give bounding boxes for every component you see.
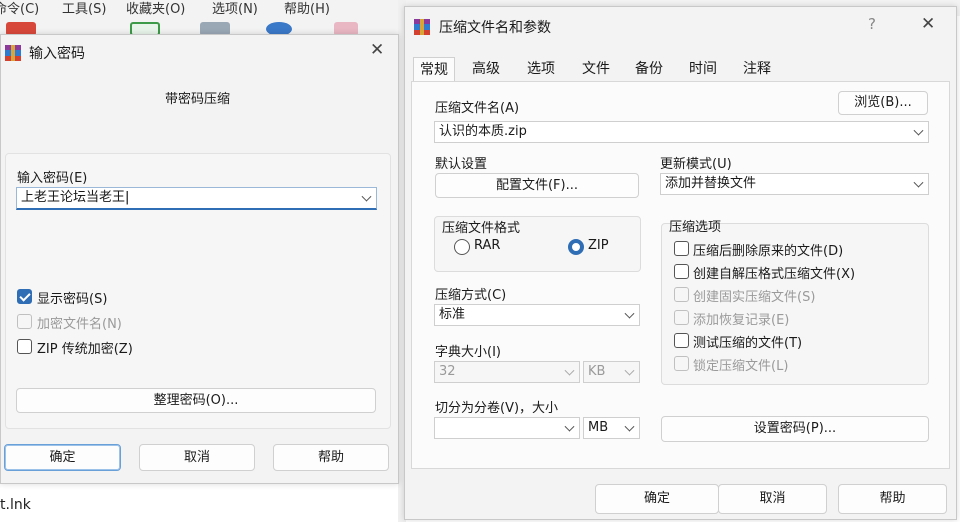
chevron-down-icon[interactable] <box>913 125 924 136</box>
winrar-icon <box>414 19 430 35</box>
browse-button[interactable]: 浏览(B)... <box>838 91 928 115</box>
delete-after-checkbox[interactable] <box>674 241 689 256</box>
password-ok-button[interactable]: 确定 <box>4 444 121 471</box>
tab-advanced[interactable]: 高级 <box>465 57 507 81</box>
show-password-label[interactable]: 显示密码(S) <box>37 288 107 307</box>
tab-options[interactable]: 选项 <box>520 57 562 81</box>
password-value: 上老王论坛当老王 <box>21 190 126 205</box>
background-file-name[interactable]: t.lnk <box>0 497 31 513</box>
format-rar-radio[interactable] <box>454 239 470 255</box>
split-unit-select[interactable]: MB <box>583 417 640 439</box>
chevron-down-icon[interactable] <box>913 177 924 188</box>
zip-legacy-checkbox[interactable] <box>17 339 32 354</box>
method-label: 压缩方式(C) <box>435 288 507 303</box>
archive-format-label: 压缩文件格式 <box>442 221 521 236</box>
encrypt-filenames-label[interactable]: 加密文件名(N) <box>37 313 122 332</box>
dictionary-label: 字典大小(I) <box>435 345 501 360</box>
encrypt-filenames-checkbox[interactable] <box>17 314 32 329</box>
archive-name-input[interactable]: 认识的本质.zip <box>434 121 929 143</box>
set-password-button[interactable]: 设置密码(P)... <box>661 416 929 442</box>
tab-files[interactable]: 文件 <box>575 57 617 81</box>
close-icon[interactable]: ✕ <box>370 40 384 60</box>
menu-commands[interactable]: 命令(C) <box>0 0 39 17</box>
split-size-input[interactable] <box>434 417 580 439</box>
format-zip-label[interactable]: ZIP <box>588 238 609 253</box>
split-unit-value: MB <box>588 420 609 435</box>
menu-options[interactable]: 选项(N) <box>212 0 258 17</box>
password-dialog-subtitle: 带密码压缩 <box>165 92 231 107</box>
password-cancel-button[interactable]: 取消 <box>139 444 255 471</box>
dictionary-size-select[interactable]: 32 <box>434 361 580 383</box>
chevron-down-icon[interactable] <box>624 308 635 319</box>
archive-ok-button[interactable]: 确定 <box>595 484 719 514</box>
format-rar-label[interactable]: RAR <box>474 238 500 253</box>
create-sfx-checkbox[interactable] <box>674 264 689 279</box>
profiles-button[interactable]: 配置文件(F)... <box>435 173 639 198</box>
solid-archive-checkbox[interactable] <box>674 287 689 302</box>
archive-dialog-titlebar: 压缩文件名和参数 ? ✕ <box>405 7 956 39</box>
dictionary-unit-value: KB <box>588 364 606 379</box>
dictionary-unit-select[interactable]: KB <box>583 361 640 383</box>
dictionary-size-value: 32 <box>439 364 456 379</box>
recovery-record-label[interactable]: 添加恢复记录(E) <box>693 309 789 328</box>
default-settings-label: 默认设置 <box>435 157 488 172</box>
create-sfx-label[interactable]: 创建自解压格式压缩文件(X) <box>693 263 855 282</box>
chevron-down-icon[interactable] <box>361 191 372 202</box>
archive-name-value: 认识的本质.zip <box>439 124 527 139</box>
archive-dialog-title: 压缩文件名和参数 <box>439 20 551 36</box>
archive-help-button[interactable]: 帮助 <box>838 484 947 514</box>
lock-archive-label[interactable]: 锁定压缩文件(L) <box>693 355 788 374</box>
split-volumes-label: 切分为分卷(V)，大小 <box>435 401 559 416</box>
method-value: 标准 <box>439 307 466 322</box>
update-mode-select[interactable]: 添加并替换文件 <box>660 173 929 195</box>
archive-cancel-button[interactable]: 取消 <box>718 484 827 514</box>
lock-archive-checkbox[interactable] <box>674 356 689 371</box>
chevron-down-icon[interactable] <box>624 365 635 376</box>
format-zip-radio[interactable] <box>568 239 584 255</box>
show-password-checkbox[interactable] <box>17 289 32 304</box>
test-files-label[interactable]: 测试压缩的文件(T) <box>693 332 802 351</box>
archive-options-label: 压缩选项 <box>669 220 722 235</box>
chevron-down-icon[interactable] <box>624 421 635 432</box>
menu-tools[interactable]: 工具(S) <box>62 0 106 17</box>
method-select[interactable]: 标准 <box>434 304 640 326</box>
tab-time[interactable]: 时间 <box>682 57 724 81</box>
menu-favorites[interactable]: 收藏夹(O) <box>126 0 185 17</box>
chevron-down-icon[interactable] <box>564 365 575 376</box>
menu-help[interactable]: 帮助(H) <box>284 0 330 17</box>
close-icon[interactable]: ✕ <box>921 14 935 34</box>
recovery-record-checkbox[interactable] <box>674 310 689 325</box>
password-dialog-title: 输入密码 <box>29 46 85 62</box>
tab-general[interactable]: 常规 <box>413 57 455 81</box>
tab-comment[interactable]: 注释 <box>736 57 778 81</box>
password-label: 输入密码(E) <box>17 171 88 186</box>
update-mode-label: 更新模式(U) <box>660 157 732 172</box>
password-input[interactable]: 上老王论坛当老王| <box>16 187 377 210</box>
help-icon[interactable]: ? <box>868 15 876 33</box>
zip-legacy-label[interactable]: ZIP 传统加密(Z) <box>37 338 133 357</box>
tab-backup[interactable]: 备份 <box>628 57 670 81</box>
winrar-icon <box>5 45 21 61</box>
update-mode-value: 添加并替换文件 <box>665 176 757 191</box>
delete-after-label[interactable]: 压缩后删除原来的文件(D) <box>693 240 843 259</box>
test-files-checkbox[interactable] <box>674 333 689 348</box>
organize-passwords-button[interactable]: 整理密码(O)... <box>16 388 376 413</box>
chevron-down-icon[interactable] <box>564 421 575 432</box>
password-dialog-titlebar: 输入密码 ✕ <box>1 35 398 67</box>
solid-archive-label[interactable]: 创建固实压缩文件(S) <box>693 286 815 305</box>
password-help-button[interactable]: 帮助 <box>273 444 389 471</box>
password-dialog: 输入密码 ✕ 带密码压缩 输入密码(E) 上老王论坛当老王| 显示密码(S) 加… <box>0 34 399 484</box>
archive-name-label: 压缩文件名(A) <box>435 101 520 116</box>
archive-dialog: 压缩文件名和参数 ? ✕ 常规 高级 选项 文件 备份 时间 注释 压缩文件名(… <box>404 6 957 520</box>
